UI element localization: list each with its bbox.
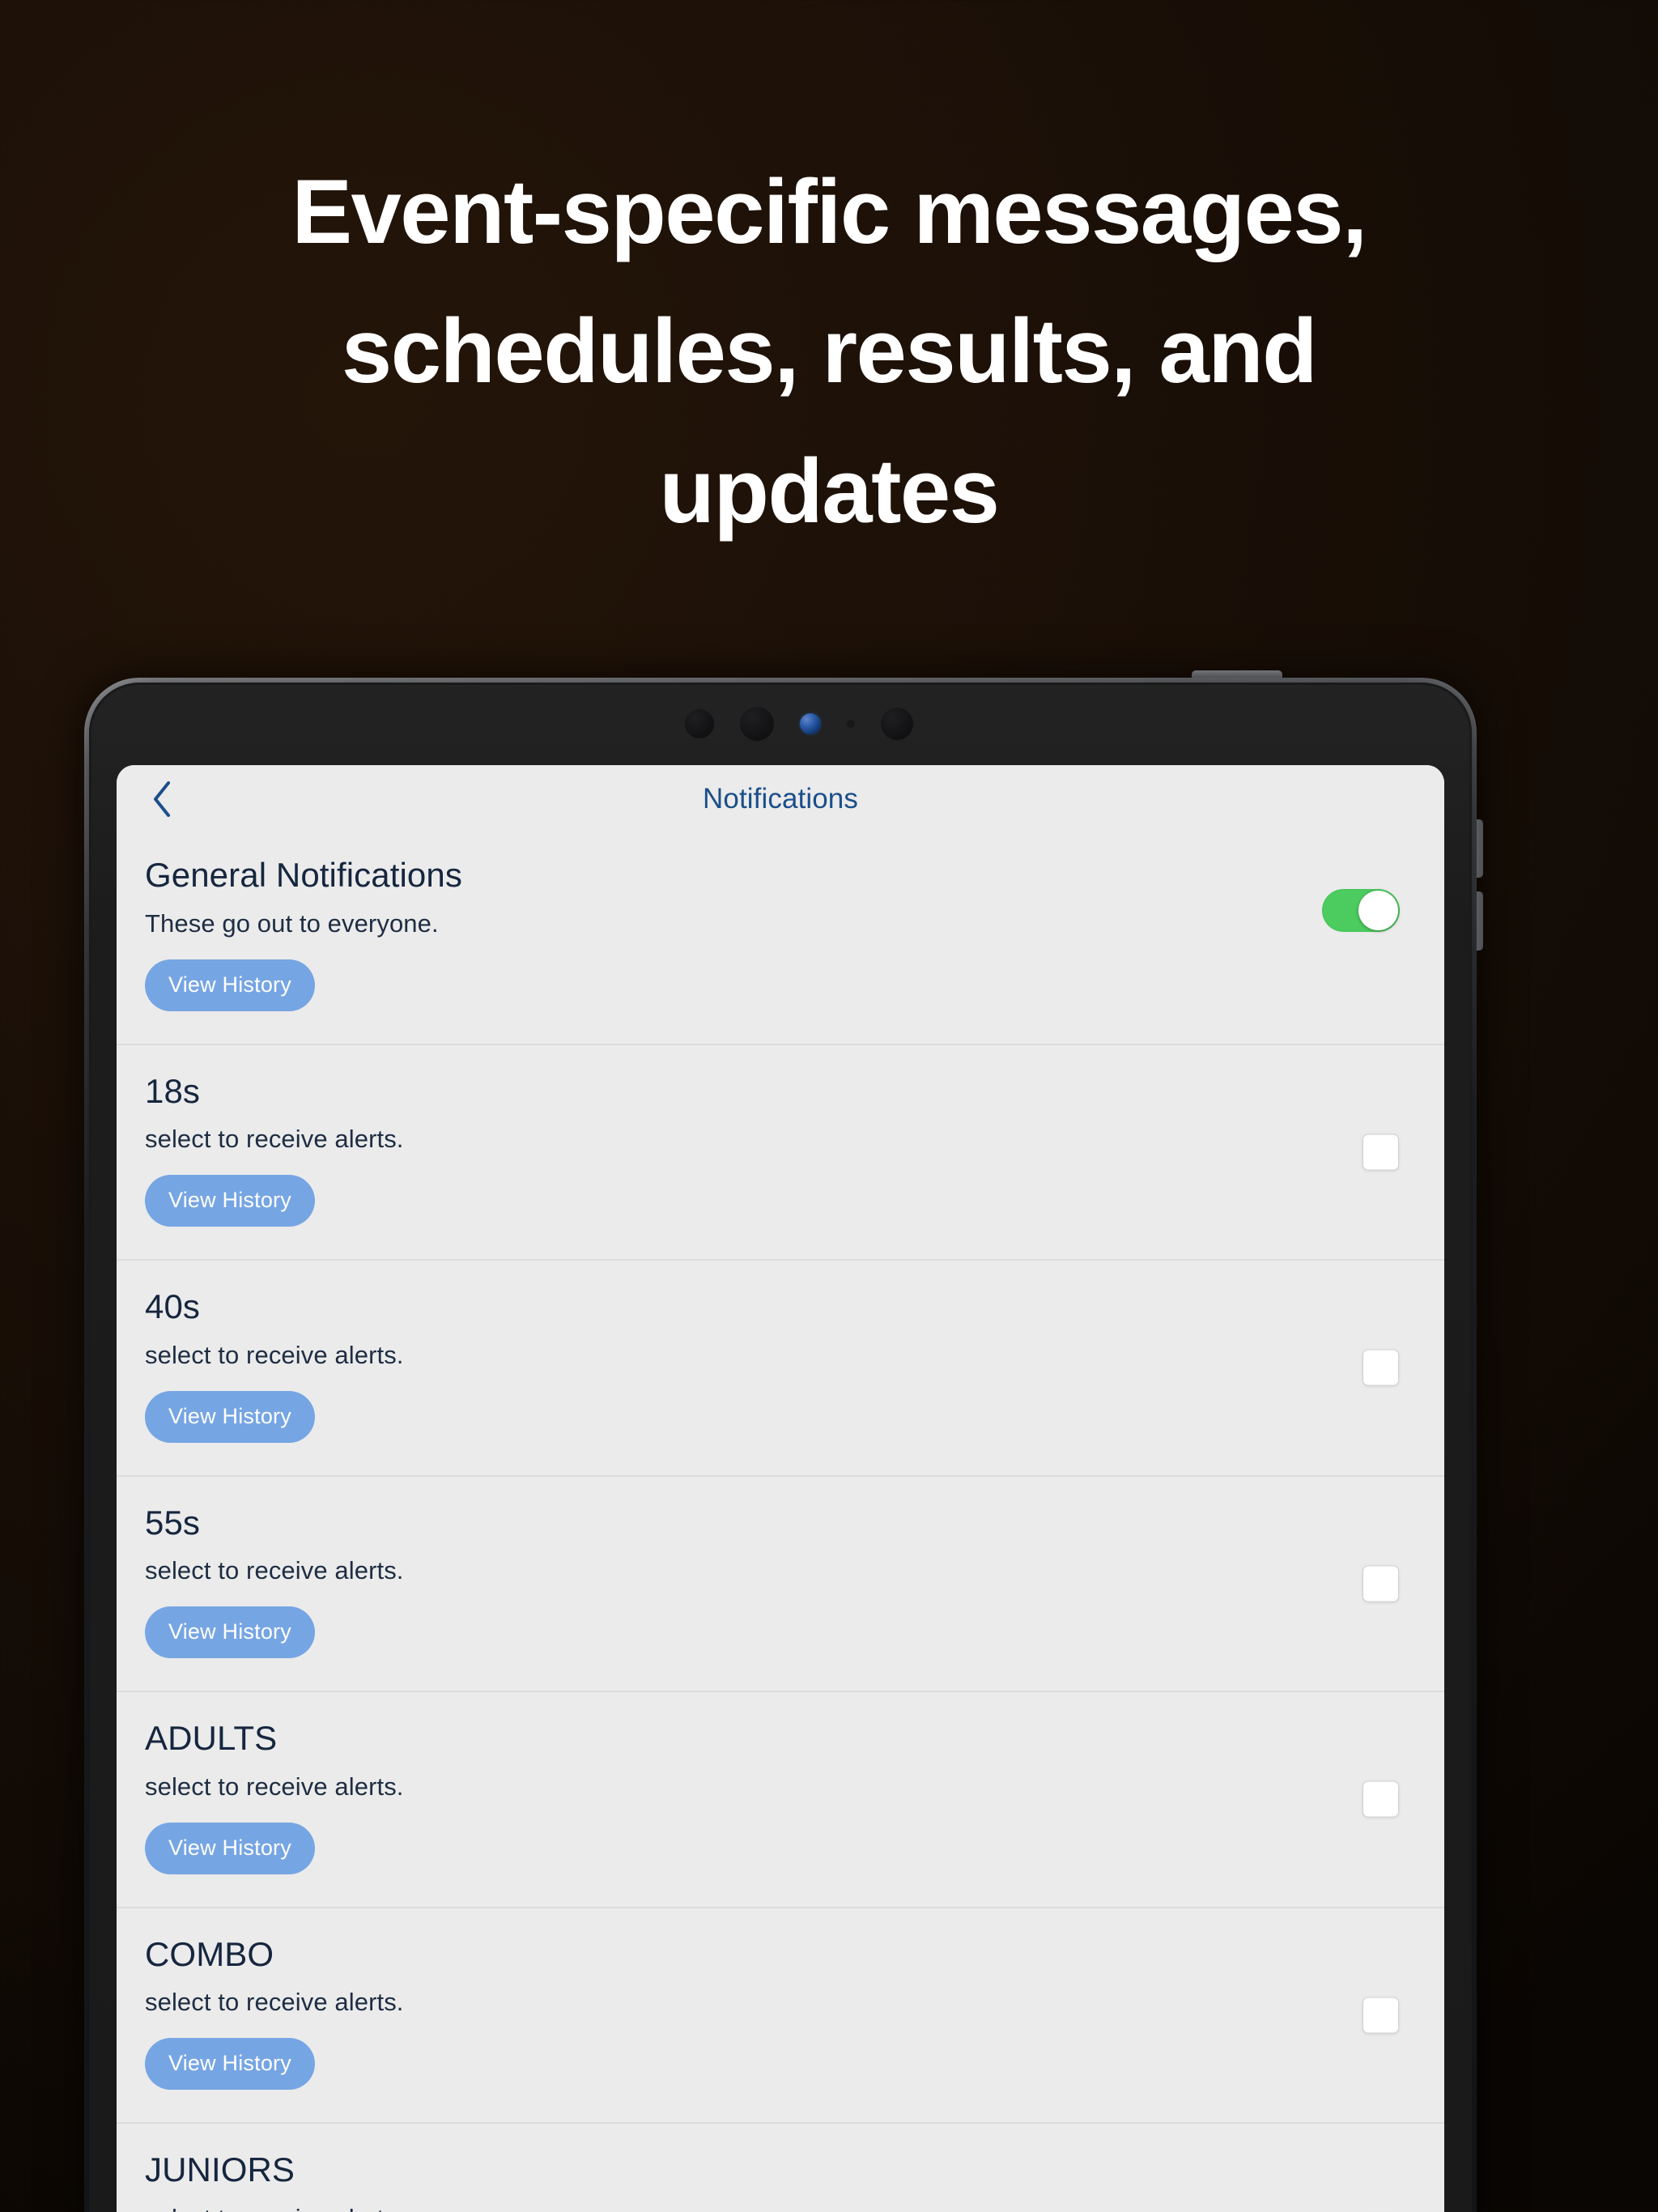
volume-up-button[interactable] bbox=[1471, 819, 1483, 878]
subscribe-checkbox[interactable] bbox=[1363, 1997, 1399, 2034]
view-history-button[interactable]: View History bbox=[145, 959, 315, 1011]
row-subtitle: select to receive alerts. bbox=[145, 1556, 404, 1585]
view-history-button[interactable]: View History bbox=[145, 1175, 315, 1227]
app-screen: Notifications General Notifications Thes… bbox=[117, 765, 1444, 2212]
notification-row-18s[interactable]: 18s select to receive alerts. View Histo… bbox=[117, 1043, 1444, 1260]
toggle-knob bbox=[1358, 891, 1398, 930]
row-subtitle: select to receive alerts. bbox=[145, 1340, 404, 1369]
sensor-dot-icon bbox=[685, 709, 714, 738]
front-camera-icon bbox=[800, 713, 821, 734]
ambient-light-sensor-icon bbox=[881, 708, 913, 740]
notification-row-combo[interactable]: COMBO select to receive alerts. View His… bbox=[117, 1906, 1444, 2123]
page-headline: Event-specific messages, schedules, resu… bbox=[291, 161, 1367, 542]
device-top-bezel bbox=[89, 683, 1472, 765]
navigation-bar: Notifications bbox=[117, 765, 1444, 832]
power-button[interactable] bbox=[1192, 670, 1282, 683]
row-title: ADULTS bbox=[145, 1719, 278, 1758]
subscribe-checkbox[interactable] bbox=[1363, 1349, 1399, 1386]
chevron-left-icon bbox=[151, 780, 173, 819]
indicator-led-icon bbox=[847, 720, 855, 728]
row-subtitle: These go out to everyone. bbox=[145, 908, 439, 938]
row-subtitle: select to receive alerts. bbox=[145, 2204, 1444, 2212]
row-subtitle: select to receive alerts. bbox=[145, 1772, 404, 1801]
notification-row-55s[interactable]: 55s select to receive alerts. View Histo… bbox=[117, 1474, 1444, 1691]
tablet-device-frame: Notifications General Notifications Thes… bbox=[84, 670, 1483, 2212]
view-history-button[interactable]: View History bbox=[145, 1606, 315, 1659]
view-history-button[interactable]: View History bbox=[145, 1390, 315, 1443]
row-title: General Notifications bbox=[145, 856, 462, 894]
view-history-button[interactable]: View History bbox=[145, 1822, 315, 1874]
subscribe-checkbox[interactable] bbox=[1363, 1134, 1399, 1171]
row-title: COMBO bbox=[145, 1934, 274, 1973]
row-subtitle: select to receive alerts. bbox=[145, 1125, 404, 1154]
notification-row-juniors[interactable]: JUNIORS select to receive alerts. View H… bbox=[117, 2122, 1444, 2212]
general-notifications-toggle[interactable] bbox=[1322, 889, 1400, 932]
row-title: 40s bbox=[145, 1287, 201, 1326]
subscribe-checkbox[interactable] bbox=[1363, 1565, 1399, 1602]
view-history-button[interactable]: View History bbox=[145, 2038, 315, 2091]
volume-down-button[interactable] bbox=[1471, 891, 1483, 951]
subscribe-checkbox[interactable] bbox=[1363, 1780, 1399, 1818]
back-button[interactable] bbox=[138, 776, 185, 823]
notification-row-40s[interactable]: 40s select to receive alerts. View Histo… bbox=[117, 1259, 1444, 1475]
row-title: JUNIORS bbox=[145, 2150, 295, 2189]
row-title: 18s bbox=[145, 1071, 201, 1110]
row-subtitle: select to receive alerts. bbox=[145, 1988, 404, 2017]
notification-row-adults[interactable]: ADULTS select to receive alerts. View Hi… bbox=[117, 1691, 1444, 1907]
notification-row-general[interactable]: General Notifications These go out to ev… bbox=[117, 832, 1444, 1044]
page-title: Notifications bbox=[703, 782, 858, 815]
proximity-sensor-icon bbox=[740, 707, 774, 741]
row-title: 55s bbox=[145, 1503, 201, 1542]
